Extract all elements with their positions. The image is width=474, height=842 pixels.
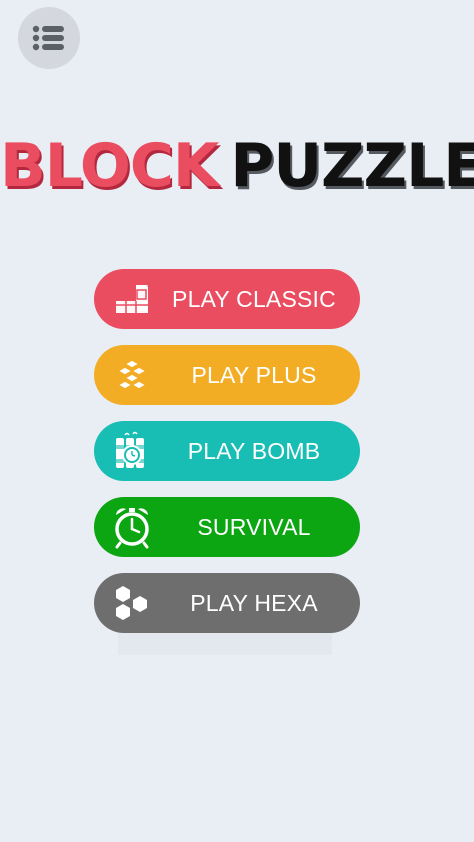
plus-blocks-icon <box>110 353 154 397</box>
play-bomb-button[interactable]: PLAY BOMB <box>94 421 360 481</box>
alarm-clock-icon <box>110 505 154 549</box>
tetromino-block-icon <box>110 277 154 321</box>
mode-menu: PLAY CLASSIC PLAY PLUS PLAY BOMB SURVIVA… <box>94 269 360 649</box>
hexagon-cluster-icon <box>110 581 154 625</box>
title-word-block: BLOCK <box>0 131 219 201</box>
survival-button[interactable]: SURVIVAL <box>94 497 360 557</box>
play-classic-label: PLAY CLASSIC <box>172 286 336 312</box>
play-classic-button[interactable]: PLAY CLASSIC <box>94 269 360 329</box>
title-word-puzzle: PUZZLE <box>230 131 474 201</box>
dynamite-timer-icon <box>110 429 154 473</box>
play-hexa-button[interactable]: PLAY HEXA <box>94 573 360 633</box>
list-icon <box>32 25 64 51</box>
menu-button[interactable] <box>18 7 80 69</box>
play-plus-label: PLAY PLUS <box>191 362 317 388</box>
play-bomb-label: PLAY BOMB <box>187 438 321 464</box>
play-hexa-label: PLAY HEXA <box>190 590 318 616</box>
survival-label: SURVIVAL <box>197 514 311 540</box>
game-title: BLOCK PUZZLE <box>0 128 474 204</box>
play-plus-button[interactable]: PLAY PLUS <box>94 345 360 405</box>
